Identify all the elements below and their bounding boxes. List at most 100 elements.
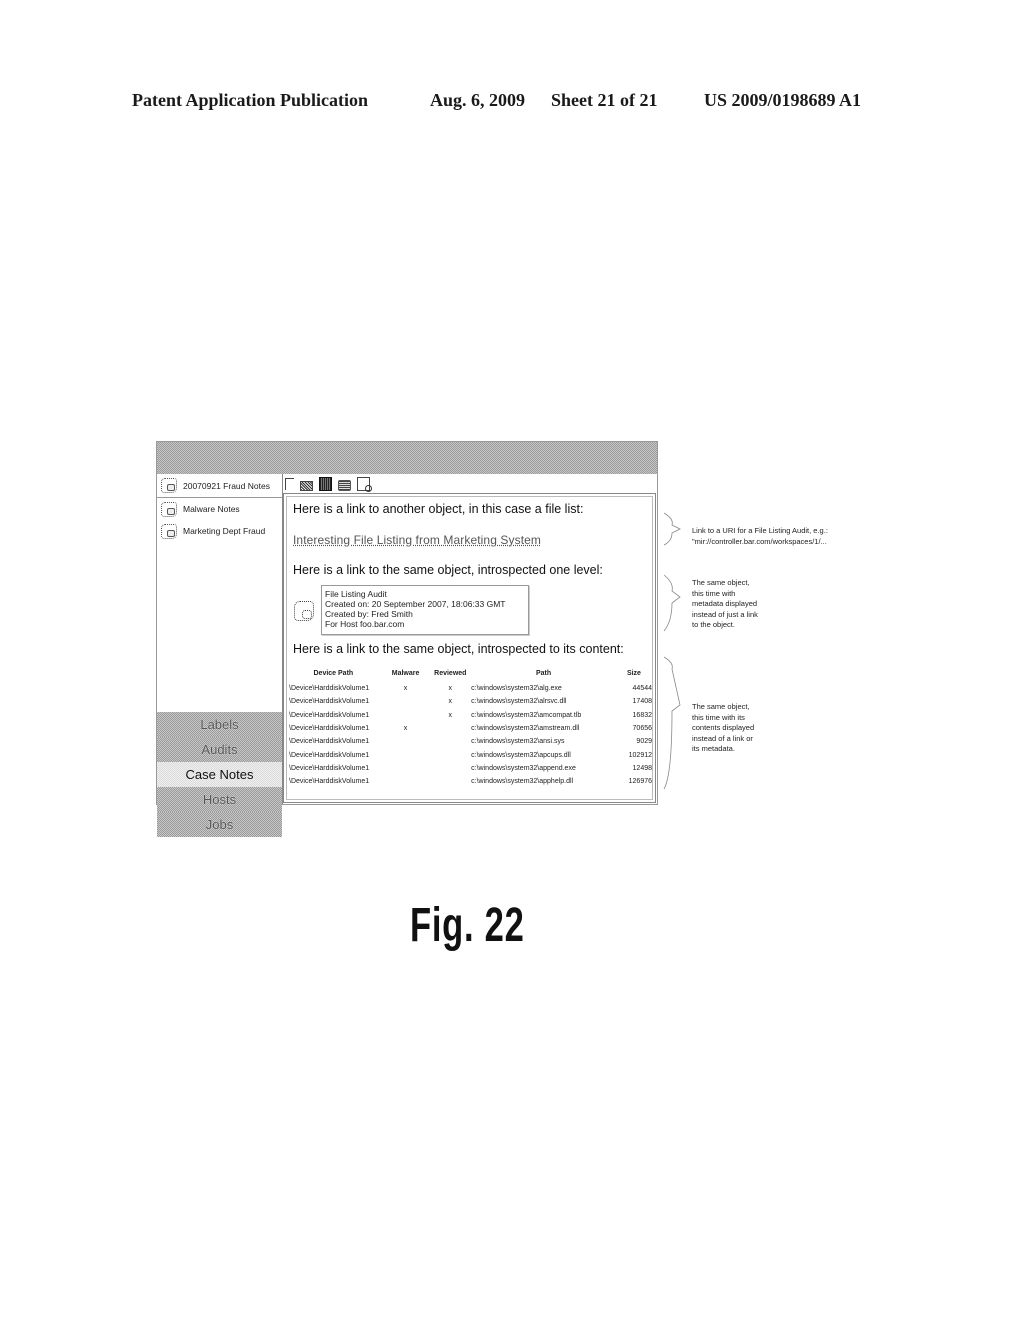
cell-path: c:\windows\system32\append.exe xyxy=(471,764,576,772)
nav-audits[interactable]: Audits xyxy=(157,737,282,762)
brace-contents xyxy=(663,656,681,790)
file-listing-body: \Device\HarddiskVolume1 x x c:\windows\syst… xyxy=(289,682,652,788)
note-icon xyxy=(161,478,177,493)
table-row[interactable]: \Device\HarddiskVolume1 x c:\windows\syste… xyxy=(289,695,652,708)
table-row[interactable]: \Device\HarddiskVolume1 c:\windows\system… xyxy=(289,748,652,761)
cell-path: c:\windows\system32\ansi.sys xyxy=(471,738,565,746)
cell-size: 17408 xyxy=(632,698,652,706)
annotation-line: Link to a URI for a File Listing Audit, … xyxy=(692,526,828,535)
editor-toolbar xyxy=(285,476,372,492)
cell-size: 102912 xyxy=(628,751,652,759)
annotation-line: instead of a link or xyxy=(692,733,753,743)
cell-reviewed: x xyxy=(448,685,453,693)
paragraph-link-intro: Here is a link to another object, in thi… xyxy=(293,502,584,516)
column-header-reviewed[interactable]: Reviewed xyxy=(433,669,467,682)
publication-title: Patent Application Publication xyxy=(132,90,369,110)
file-listing-table: Device Path Malware Reviewed Path Size \… xyxy=(289,669,652,788)
cell-path: c:\windows\system32\apcups.dll xyxy=(471,751,571,759)
cell-size: 126976 xyxy=(628,778,652,786)
cell-path: c:\windows\system32\alg.exe xyxy=(471,685,562,693)
note-icon xyxy=(161,523,177,539)
cell-reviewed: x xyxy=(448,711,453,719)
sidebar-item-marketing-dept-fraud[interactable]: Marketing Dept Fraud xyxy=(157,520,282,542)
cell-device-path: \Device\HarddiskVolume1 xyxy=(289,751,370,759)
save-icon[interactable] xyxy=(319,477,332,491)
nav-panel: Labels Audits Case Notes Hosts Jobs xyxy=(157,712,282,837)
paragraph-content-intro: Here is a link to the same object, intro… xyxy=(293,642,624,656)
cell-device-path: \Device\HarddiskVolume1 xyxy=(289,778,370,786)
print-icon[interactable] xyxy=(338,479,351,491)
column-header-malware[interactable]: Malware xyxy=(378,669,434,682)
table-row[interactable]: \Device\HarddiskVolume1 c:\windows\system… xyxy=(289,775,652,788)
annotation-line: this time with xyxy=(692,588,736,598)
paragraph-metadata-intro: Here is a link to the same object, intro… xyxy=(293,563,603,577)
file-listing-link[interactable]: Interesting File Listing from Marketing … xyxy=(293,533,541,547)
open-folder-icon[interactable] xyxy=(300,480,313,491)
cell-malware: x xyxy=(403,725,408,733)
annotation-line: this time with its xyxy=(692,712,745,722)
cell-reviewed: x xyxy=(448,698,453,706)
annotation-braces xyxy=(663,512,681,790)
cell-size: 16832 xyxy=(632,711,652,719)
cell-size: 44544 xyxy=(632,685,652,693)
table-row[interactable]: \Device\HarddiskVolume1 x c:\windows\syste… xyxy=(289,709,652,722)
brace-link xyxy=(663,512,681,546)
annotation-metadata: The same object, this time with metadata… xyxy=(692,578,758,631)
annotation-line: its metadata. xyxy=(692,744,735,753)
audit-object-icon[interactable] xyxy=(294,601,314,621)
annotation-line: metadata displayed xyxy=(692,599,758,608)
new-document-icon[interactable] xyxy=(285,478,294,490)
patent-number: US 2009/0198689 A1 xyxy=(704,90,862,110)
cell-device-path: \Device\HarddiskVolume1 xyxy=(289,711,370,719)
cell-malware xyxy=(378,762,434,775)
annotation-line: to the object. xyxy=(692,620,735,629)
editor-inner-frame: Here is a link to another object, in thi… xyxy=(286,496,653,800)
cell-device-path: \Device\HarddiskVolume1 xyxy=(289,685,370,693)
column-header-size[interactable]: Size xyxy=(616,669,652,682)
nav-case-notes[interactable]: Case Notes xyxy=(157,762,282,787)
sidebar-item-label: Malware Notes xyxy=(183,504,240,514)
cell-reviewed xyxy=(433,748,467,761)
title-bar[interactable] xyxy=(157,442,657,474)
table-row[interactable]: \Device\HarddiskVolume1 c:\windows\system… xyxy=(289,735,652,748)
sidebar-item-label: 20070921 Fraud Notes xyxy=(183,480,270,491)
nav-hosts[interactable]: Hosts xyxy=(157,787,282,812)
cell-size: 70656 xyxy=(632,725,652,733)
note-editor[interactable]: Here is a link to another object, in thi… xyxy=(283,493,656,803)
cell-device-path: \Device\HarddiskVolume1 xyxy=(289,764,370,772)
cell-malware xyxy=(378,695,434,708)
cell-device-path: \Device\HarddiskVolume1 xyxy=(289,725,370,733)
cell-malware xyxy=(378,709,434,722)
column-header-path[interactable]: Path xyxy=(467,669,616,682)
cell-reviewed xyxy=(433,735,467,748)
cell-reviewed xyxy=(433,722,467,735)
annotation-line: "mir://controller.bar.com/workspaces/1/.… xyxy=(692,536,827,546)
table-header-row: Device Path Malware Reviewed Path Size xyxy=(289,669,652,682)
table-row[interactable]: \Device\HarddiskVolume1 x x c:\windows\syst… xyxy=(289,682,652,695)
cell-path: c:\windows\system32\apphelp.dll xyxy=(471,778,574,786)
cell-malware xyxy=(378,735,434,748)
cell-path: c:\windows\system32\amstream.dll xyxy=(471,725,580,733)
cell-path: c:\windows\system32\alrsvc.dll xyxy=(471,698,567,706)
nav-labels[interactable]: Labels xyxy=(157,712,282,737)
sidebar-item-malware-notes[interactable]: Malware Notes xyxy=(157,498,282,520)
nav-jobs[interactable]: Jobs xyxy=(157,812,282,837)
sheet-number: Sheet 21 of 21 xyxy=(551,90,658,110)
sidebar-item-fraud-notes[interactable]: 20070921 Fraud Notes xyxy=(157,474,282,498)
cell-size: 9029 xyxy=(636,738,652,746)
annotation-line: contents displayed xyxy=(692,723,755,732)
figure-label: Fig. 22 xyxy=(410,899,525,952)
app-window: 20070921 Fraud Notes Malware Notes Marke… xyxy=(156,441,658,837)
sidebar-item-label: Marketing Dept Fraud xyxy=(183,526,266,536)
table-row[interactable]: \Device\HarddiskVolume1 x c:\windows\syste… xyxy=(289,722,652,735)
column-header-device-path[interactable]: Device Path xyxy=(289,669,378,682)
metadata-created-on: Created on: 20 September 2007, 18:06:33 … xyxy=(325,599,506,609)
cell-path: c:\windows\system32\amcompat.tlb xyxy=(471,711,582,719)
table-row[interactable]: \Device\HarddiskVolume1 c:\windows\system… xyxy=(289,762,652,775)
cell-malware xyxy=(378,748,434,761)
cell-size: 12498 xyxy=(632,764,652,772)
print-preview-icon[interactable] xyxy=(357,477,372,492)
case-notes-sidebar: 20070921 Fraud Notes Malware Notes Marke… xyxy=(157,474,283,837)
annotation-line: The same object, xyxy=(692,578,750,587)
cell-device-path: \Device\HarddiskVolume1 xyxy=(289,738,370,746)
